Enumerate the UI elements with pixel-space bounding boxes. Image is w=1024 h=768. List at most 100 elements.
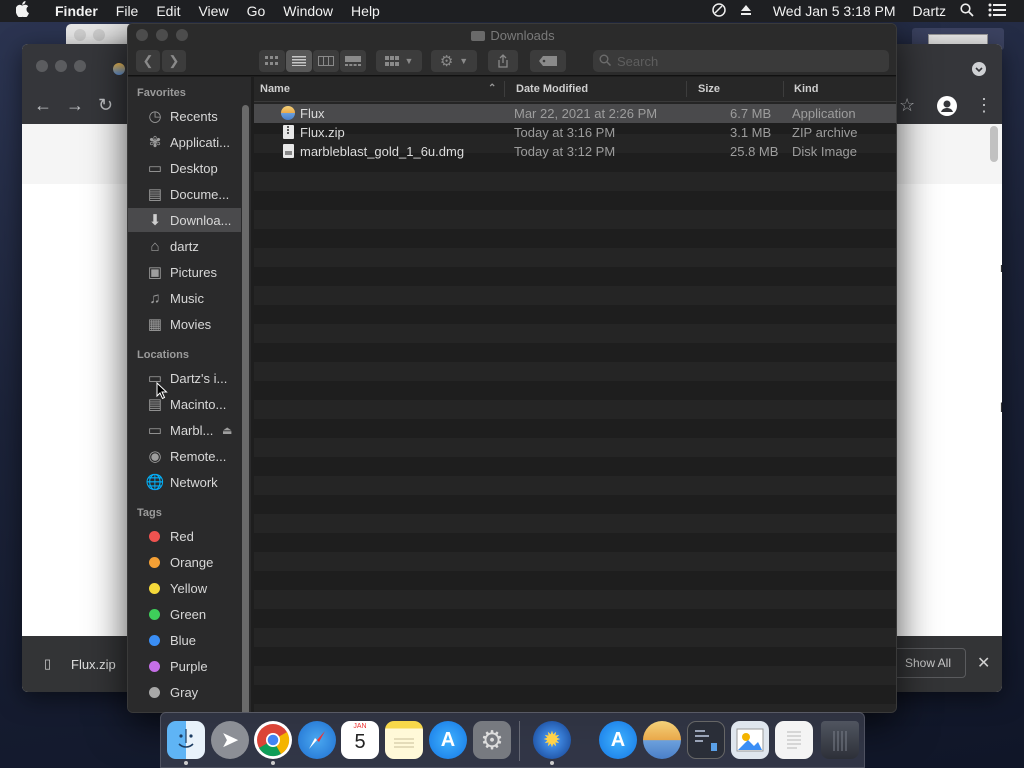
- forward-arrow-icon[interactable]: →: [66, 96, 84, 114]
- sidebar-item-remote-disc[interactable]: ◉ Remote...: [128, 444, 251, 468]
- menu-file[interactable]: File: [107, 3, 148, 19]
- downloads-stack-dock-icon[interactable]: [687, 721, 725, 759]
- column-view-button[interactable]: [313, 50, 339, 72]
- finder-dock-icon[interactable]: [167, 721, 205, 759]
- spotlight-search-icon[interactable]: [953, 2, 981, 20]
- menu-view[interactable]: View: [189, 3, 237, 19]
- sidebar-item-marble-disk[interactable]: ▭ Marbl... ⏏: [128, 418, 251, 442]
- sidebar-item-label: Red: [170, 528, 194, 544]
- group-by-button[interactable]: ▼: [376, 50, 422, 72]
- app-store-dock-icon[interactable]: A: [429, 721, 467, 759]
- edit-tags-button[interactable]: [530, 50, 566, 72]
- user-name[interactable]: Dartz: [903, 3, 953, 19]
- sidebar-tag-yellow[interactable]: Yellow: [128, 576, 251, 600]
- sidebar-item-applications[interactable]: ✾ Applicati...: [128, 130, 251, 154]
- search-input[interactable]: [617, 53, 877, 69]
- sort-chevron-icon[interactable]: ⌃: [488, 83, 496, 94]
- column-name[interactable]: Name: [260, 83, 290, 95]
- sidebar-item-label: Music: [170, 290, 204, 306]
- column-view-icon: [318, 56, 334, 66]
- show-all-downloads-button[interactable]: Show All: [890, 648, 966, 678]
- sidebar-item-recents[interactable]: ◷ Recents: [128, 104, 251, 128]
- eject-icon[interactable]: [733, 3, 759, 19]
- page-scrollbar[interactable]: [990, 126, 998, 162]
- notification-center-icon[interactable]: [981, 3, 1024, 20]
- menu-edit[interactable]: Edit: [147, 3, 189, 19]
- reload-icon[interactable]: ↻: [98, 96, 113, 114]
- sidebar-tag-red[interactable]: Red: [128, 524, 251, 548]
- action-menu-button[interactable]: ⚙ ▼: [431, 50, 477, 72]
- preview-dock-icon[interactable]: [731, 721, 769, 759]
- sidebar-tag-purple[interactable]: Purple: [128, 654, 251, 678]
- column-divider[interactable]: [783, 81, 784, 97]
- marble-blast-dock-icon[interactable]: ✹: [533, 721, 571, 759]
- column-kind[interactable]: Kind: [794, 83, 818, 95]
- chrome-dock-icon[interactable]: [254, 721, 292, 759]
- app-store-dock-icon-2[interactable]: A: [599, 721, 637, 759]
- sidebar-item-pictures[interactable]: ▣ Pictures: [128, 260, 251, 284]
- finder-titlebar: Downloads ❮ ❯ ▼ ⚙ ▼: [128, 24, 896, 76]
- flux-dock-icon[interactable]: [643, 721, 681, 759]
- sidebar-item-documents[interactable]: ▤ Docume...: [128, 182, 251, 206]
- clock[interactable]: Wed Jan 5 3:18 PM: [759, 3, 903, 19]
- profile-avatar-icon[interactable]: [937, 96, 957, 116]
- sidebar-item-downloads[interactable]: ⬇ Downloa...: [128, 208, 241, 232]
- sidebar-item-label: Dartz's i...: [170, 370, 228, 386]
- sidebar-tag-blue[interactable]: Blue: [128, 628, 251, 652]
- column-date-modified[interactable]: Date Modified: [516, 83, 588, 95]
- notes-dock-icon[interactable]: [385, 721, 423, 759]
- back-button[interactable]: ❮: [136, 50, 160, 72]
- sidebar-tag-gray[interactable]: Gray: [128, 680, 251, 704]
- mouse-cursor-icon: [156, 382, 168, 400]
- close-download-shelf-icon[interactable]: ✕: [977, 653, 990, 673]
- gallery-view-button[interactable]: [340, 50, 366, 72]
- column-size[interactable]: Size: [698, 83, 720, 95]
- file-row[interactable]: Flux.zip Today at 3:16 PM 3.1 MB ZIP arc…: [254, 123, 896, 142]
- minimize-icon[interactable]: [55, 60, 67, 72]
- sidebar-item-network[interactable]: 🌐 Network: [128, 470, 251, 494]
- list-view-button[interactable]: [286, 50, 312, 72]
- apple-menu-icon[interactable]: [0, 0, 46, 22]
- sidebar-item-music[interactable]: ♫ Music: [128, 286, 251, 310]
- tag-icon: [539, 56, 557, 66]
- icon-view-button[interactable]: [259, 50, 285, 72]
- menu-help[interactable]: Help: [342, 3, 389, 19]
- column-divider[interactable]: [686, 81, 687, 97]
- sidebar-item-movies[interactable]: ▦ Movies: [128, 312, 251, 336]
- sidebar-item-home[interactable]: ⌂ dartz: [128, 234, 251, 258]
- download-item-name[interactable]: Flux.zip: [71, 657, 116, 672]
- browser-menu-icon[interactable]: ⋮: [975, 96, 993, 114]
- tag-dot: [149, 556, 160, 568]
- close-icon[interactable]: [36, 60, 48, 72]
- forward-button[interactable]: ❯: [162, 50, 186, 72]
- sidebar-tag-green[interactable]: Green: [128, 602, 251, 626]
- safari-dock-icon[interactable]: [298, 721, 336, 759]
- app-menu-finder[interactable]: Finder: [46, 3, 107, 19]
- sidebar-item-desktop[interactable]: ▭ Desktop: [128, 156, 251, 180]
- menu-window[interactable]: Window: [274, 3, 342, 19]
- sidebar-scrollbar[interactable]: [242, 105, 249, 712]
- sidebar-item-macintosh-hd[interactable]: ▤ Macinto...: [128, 392, 251, 416]
- calendar-month: JAN: [353, 723, 367, 730]
- tab-search-icon[interactable]: [972, 62, 986, 76]
- menu-go[interactable]: Go: [238, 3, 275, 19]
- launchpad-dock-icon[interactable]: ➤: [211, 721, 249, 759]
- trash-dock-icon[interactable]: [821, 721, 859, 759]
- sidebar-tag-orange[interactable]: Orange: [128, 550, 251, 574]
- document-dock-icon[interactable]: [775, 721, 813, 759]
- system-preferences-dock-icon[interactable]: ⚙: [473, 721, 511, 759]
- share-icon: [498, 54, 508, 68]
- sidebar-item-computer[interactable]: ▭ Dartz's i...: [128, 366, 251, 390]
- calendar-dock-icon[interactable]: JAN 5: [341, 721, 379, 759]
- file-row[interactable]: Flux Mar 22, 2021 at 2:26 PM 6.7 MB Appl…: [254, 104, 896, 123]
- bookmark-star-icon[interactable]: ☆: [899, 96, 915, 114]
- back-arrow-icon[interactable]: ←: [34, 96, 52, 114]
- file-row[interactable]: marbleblast_gold_1_6u.dmg Today at 3:12 …: [254, 142, 896, 161]
- search-field[interactable]: [593, 50, 889, 72]
- share-button[interactable]: [488, 50, 518, 72]
- screen-time-icon[interactable]: [705, 2, 733, 20]
- zoom-icon[interactable]: [74, 60, 86, 72]
- column-divider[interactable]: [504, 81, 505, 97]
- sidebar-item-label: Recents: [170, 108, 218, 124]
- eject-icon[interactable]: ⏏: [222, 424, 232, 437]
